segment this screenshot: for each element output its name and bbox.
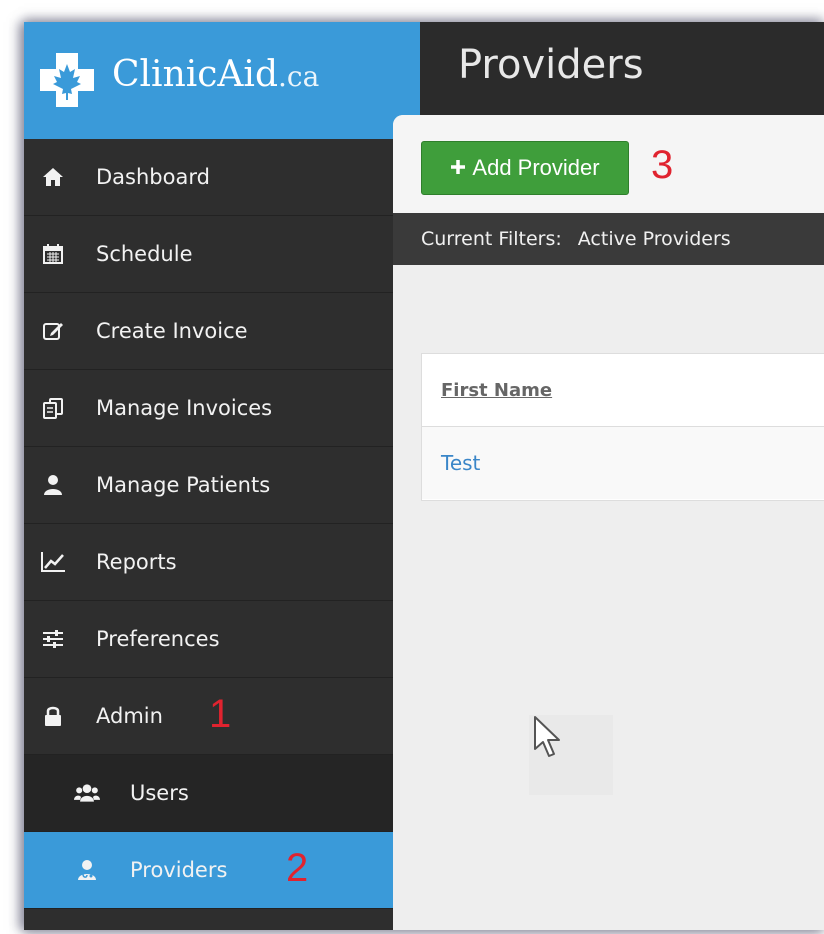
brand-name: ClinicAid.ca [112, 54, 319, 95]
filters-value: Active Providers [577, 228, 731, 250]
sidebar-item-label: Preferences [96, 627, 220, 651]
sidebar-item-providers[interactable]: Providers 2 [24, 832, 393, 909]
users-icon [74, 780, 100, 806]
sidebar-item-label: Manage Patients [96, 473, 271, 497]
edit-icon [40, 318, 66, 344]
annotation-3: 3 [651, 143, 674, 187]
filters-bar: Current Filters: Active Providers [393, 213, 824, 265]
sidebar-item-admin[interactable]: Admin 1 [24, 678, 393, 755]
sidebar-item-label: Schedule [96, 242, 193, 266]
lock-icon [40, 703, 66, 729]
chart-icon [40, 549, 66, 575]
sidebar-item-preferences[interactable]: Preferences [24, 601, 393, 678]
sliders-icon [40, 626, 66, 652]
add-provider-button[interactable]: Add Provider [421, 141, 629, 195]
page-title: Providers [458, 42, 644, 88]
documents-icon [40, 395, 66, 421]
table-row[interactable]: Test [422, 427, 824, 499]
providers-table: First Name Test [421, 353, 824, 501]
sidebar-item-label: Dashboard [96, 165, 210, 189]
sidebar-item-schedule[interactable]: Schedule [24, 216, 393, 293]
main-content: Add Provider 3 Current Filters: Active P… [393, 115, 824, 930]
sidebar-item-manage-patients[interactable]: Manage Patients [24, 447, 393, 524]
calendar-icon [40, 241, 66, 267]
maple-leaf-cross-icon [40, 53, 94, 107]
home-icon [40, 164, 66, 190]
sidebar-item-users[interactable]: Users [24, 755, 393, 832]
sidebar-item-label: Reports [96, 550, 177, 574]
annotation-1: 1 [209, 692, 232, 736]
sidebar-item-create-invoice[interactable]: Create Invoice [24, 293, 393, 370]
brand-tld: .ca [278, 60, 320, 93]
sidebar-item-manage-invoices[interactable]: Manage Invoices [24, 370, 393, 447]
sidebar-item-reports[interactable]: Reports [24, 524, 393, 601]
sidebar-item-label: Users [130, 781, 189, 805]
cell-first-name[interactable]: Test [441, 451, 480, 475]
sidebar-item-label: Manage Invoices [96, 396, 273, 420]
provider-icon [74, 857, 100, 883]
table-header: First Name [422, 354, 824, 427]
plus-icon [450, 155, 466, 181]
toolbar: Add Provider 3 [393, 115, 824, 213]
add-provider-label: Add Provider [472, 155, 600, 180]
sidebar-item-label: Create Invoice [96, 319, 248, 343]
user-icon [40, 472, 66, 498]
mouse-cursor-icon [534, 716, 560, 757]
annotation-2: 2 [286, 846, 309, 890]
sidebar-item-dashboard[interactable]: Dashboard [24, 139, 393, 216]
logo[interactable]: ClinicAid.ca [24, 22, 420, 139]
brand-main: ClinicAid [112, 54, 278, 95]
column-header-first-name[interactable]: First Name [441, 380, 552, 401]
sidebar: Dashboard Schedule Create Invoice Manage… [24, 139, 393, 930]
filters-label: Current Filters: [421, 228, 562, 250]
sidebar-item-label: Providers [130, 858, 228, 882]
sidebar-item-label: Admin [96, 704, 163, 728]
app-window: Providers ClinicAid.ca Dashboard Schedul… [24, 22, 824, 930]
